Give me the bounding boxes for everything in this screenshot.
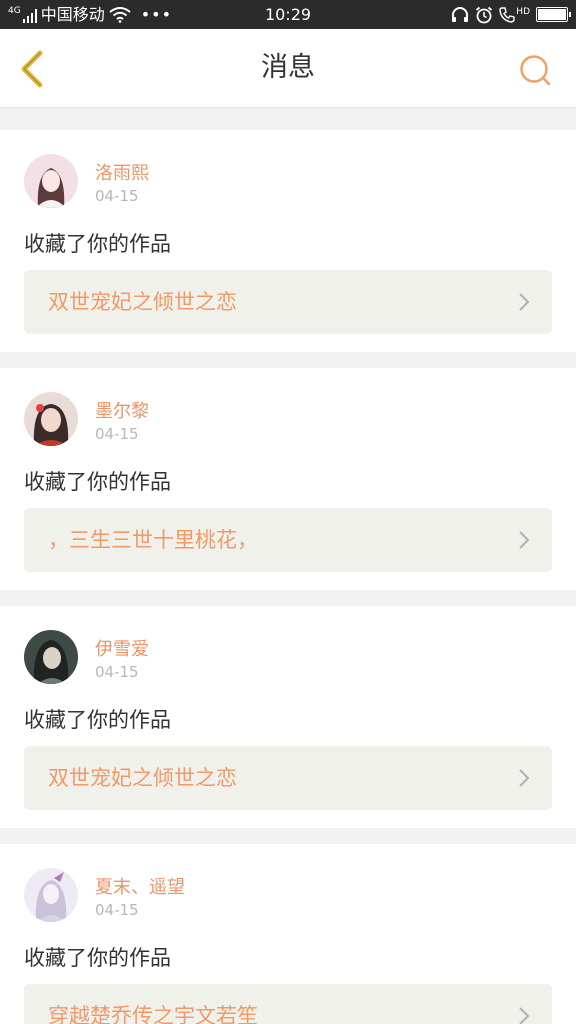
nav-bar: 消息 [0, 29, 576, 108]
user-name[interactable]: 墨尔黎 [95, 397, 149, 423]
status-bar: 4G 中国移动 ••• 10:29 HD [0, 0, 576, 29]
message-date: 04-15 [95, 187, 139, 205]
message-date: 04-15 [95, 901, 139, 919]
message-list[interactable]: 洛雨熙 04-15 收藏了你的作品 双世宠妃之倾世之恋 墨尔黎 04-15 收藏… [0, 108, 576, 1024]
message-card: 墨尔黎 04-15 收藏了你的作品 ，三生三世十里桃花， [0, 368, 576, 590]
headset-icon [452, 6, 469, 22]
page-title: 消息 [261, 52, 315, 83]
work-title: 穿越楚乔传之宇文若笙 [48, 1004, 258, 1024]
status-right: HD [451, 0, 571, 29]
hd-label: HD [516, 6, 530, 17]
user-name[interactable]: 夏末、遥望 [95, 873, 185, 899]
message-date: 04-15 [95, 663, 139, 681]
message-action: 收藏了你的作品 [24, 232, 171, 256]
work-title: 双世宠妃之倾世之恋 [48, 766, 237, 790]
message-action: 收藏了你的作品 [24, 708, 171, 732]
work-link[interactable]: 双世宠妃之倾世之恋 [24, 746, 552, 810]
avatar[interactable] [24, 392, 78, 446]
message-action: 收藏了你的作品 [24, 470, 171, 494]
message-card: 洛雨熙 04-15 收藏了你的作品 双世宠妃之倾世之恋 [0, 130, 576, 352]
avatar[interactable] [24, 154, 78, 208]
user-name[interactable]: 伊雪爱 [95, 635, 149, 661]
message-card: 夏末、遥望 04-15 收藏了你的作品 穿越楚乔传之宇文若笙 [0, 844, 576, 1024]
chevron-right-icon [519, 769, 530, 787]
message-card: 伊雪爱 04-15 收藏了你的作品 双世宠妃之倾世之恋 [0, 606, 576, 828]
work-link[interactable]: 穿越楚乔传之宇文若笙 [24, 984, 552, 1024]
phone-icon [499, 6, 515, 23]
work-link[interactable]: 双世宠妃之倾世之恋 [24, 270, 552, 334]
chevron-right-icon [519, 531, 530, 549]
battery-icon [536, 7, 571, 22]
alarm-icon [476, 6, 493, 23]
avatar[interactable] [24, 630, 78, 684]
message-date: 04-15 [95, 425, 139, 443]
message-action: 收藏了你的作品 [24, 946, 171, 970]
chevron-right-icon [519, 1007, 530, 1024]
work-title: ，三生三世十里桃花， [48, 528, 258, 552]
call-hd-icon: HD [499, 7, 530, 23]
work-title: 双世宠妃之倾世之恋 [48, 290, 237, 314]
work-link[interactable]: ，三生三世十里桃花， [24, 508, 552, 572]
avatar[interactable] [24, 868, 78, 922]
search-button[interactable] [518, 53, 554, 89]
chevron-right-icon [519, 293, 530, 311]
user-name[interactable]: 洛雨熙 [95, 159, 149, 185]
